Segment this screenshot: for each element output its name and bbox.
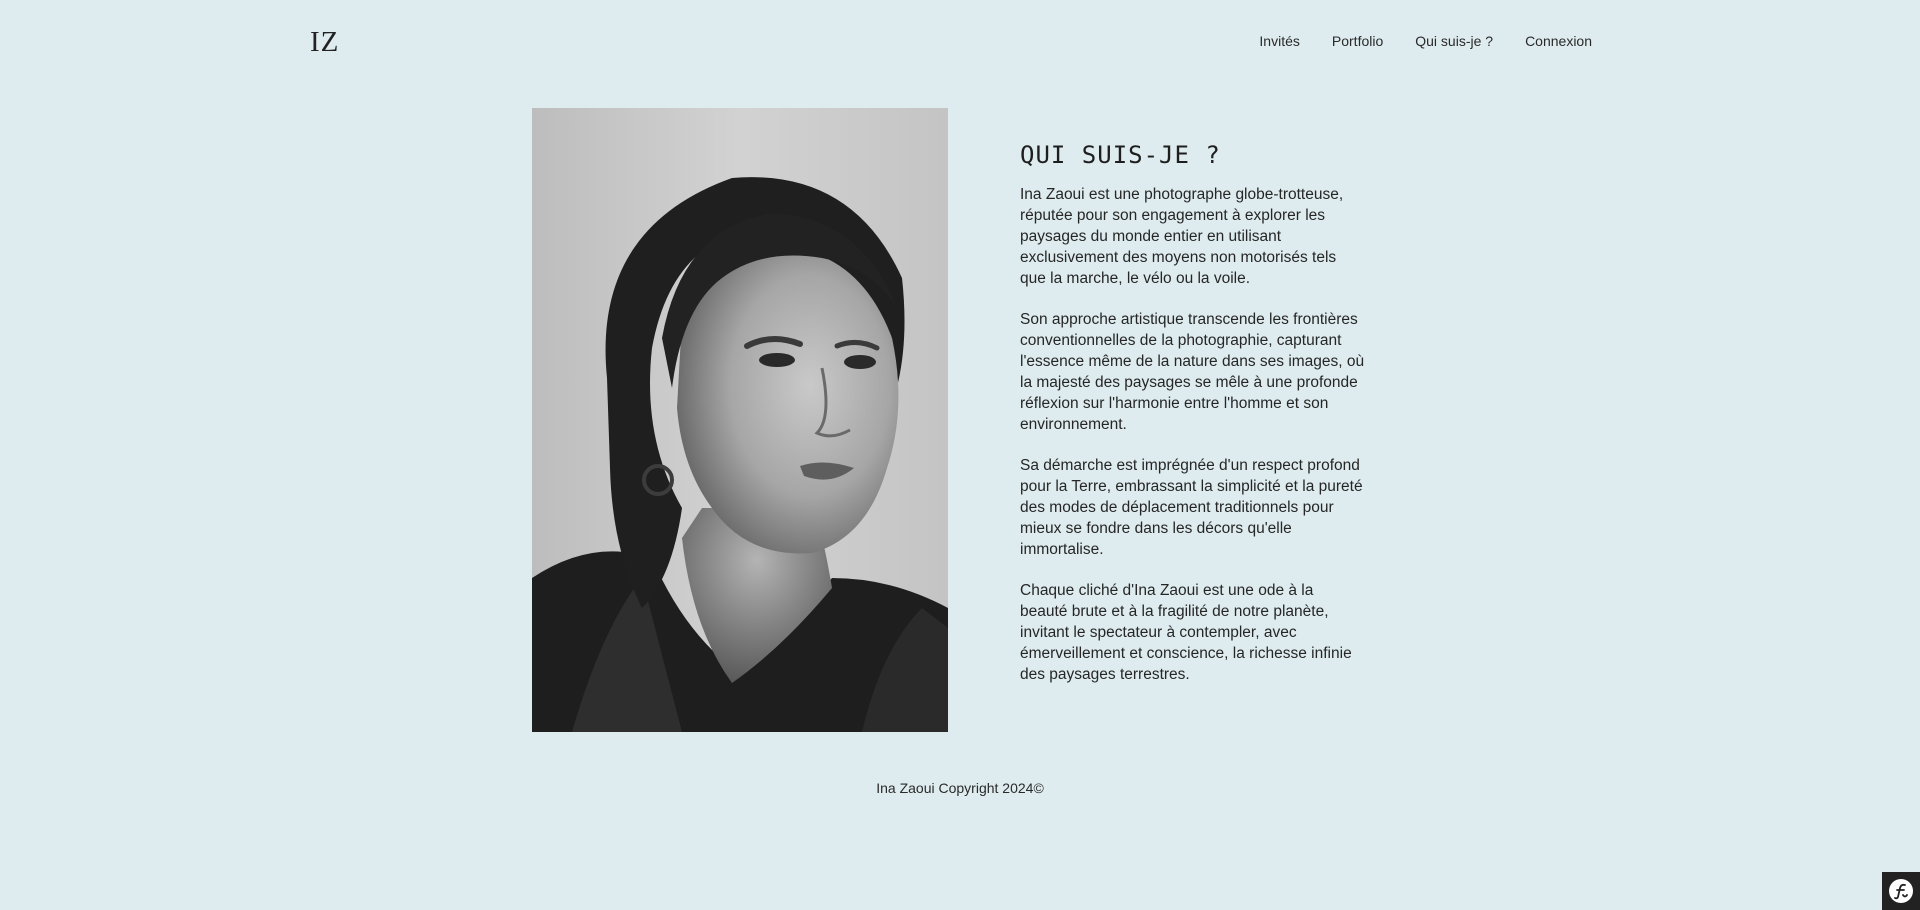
debug-toolbar-toggle[interactable] <box>1882 872 1920 910</box>
symfony-logo-icon <box>1889 879 1913 903</box>
page-title: QUI SUIS-JE ? <box>1020 141 1221 169</box>
about-paragraph: Ina Zaoui est une photographe globe-trot… <box>1020 186 1344 287</box>
nav-link-portfolio[interactable]: Portfolio <box>1332 32 1383 50</box>
nav-link-invites[interactable]: Invités <box>1259 32 1299 50</box>
main-nav: Invités Portfolio Qui suis-je ? Connexio… <box>1259 32 1592 50</box>
site-logo[interactable]: IZ <box>310 24 339 60</box>
portrait-illustration <box>532 108 948 732</box>
about-section: QUI SUIS-JE ? Ina Zaoui est une photogra… <box>1020 140 1365 705</box>
about-paragraph: Son approche artistique transcende les f… <box>1020 311 1365 433</box>
portrait-photo <box>532 108 948 732</box>
site-footer: Ina Zaoui Copyright 2024© <box>0 780 1920 796</box>
about-paragraph: Chaque cliché d'Ina Zaoui est une ode à … <box>1020 582 1352 683</box>
nav-link-about[interactable]: Qui suis-je ? <box>1415 32 1493 50</box>
about-paragraph: Sa démarche est imprégnée d'un respect p… <box>1020 457 1363 558</box>
site-header: IZ Invités Portfolio Qui suis-je ? Conne… <box>0 0 1920 84</box>
nav-link-login[interactable]: Connexion <box>1525 32 1592 50</box>
copyright-text: Ina Zaoui Copyright 2024© <box>876 780 1044 796</box>
